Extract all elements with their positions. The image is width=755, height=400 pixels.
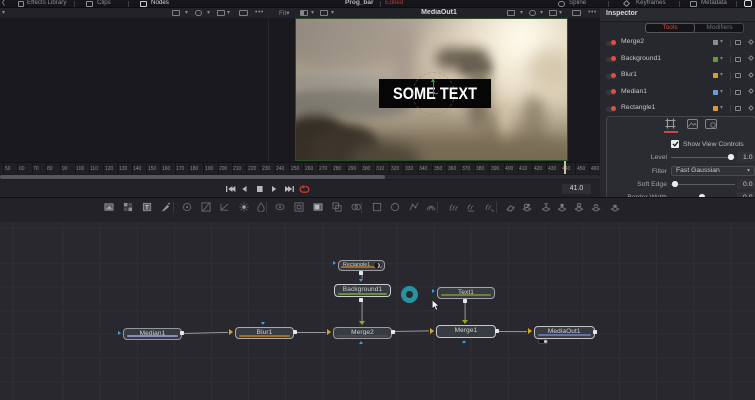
svg-text:T: T — [145, 204, 149, 211]
